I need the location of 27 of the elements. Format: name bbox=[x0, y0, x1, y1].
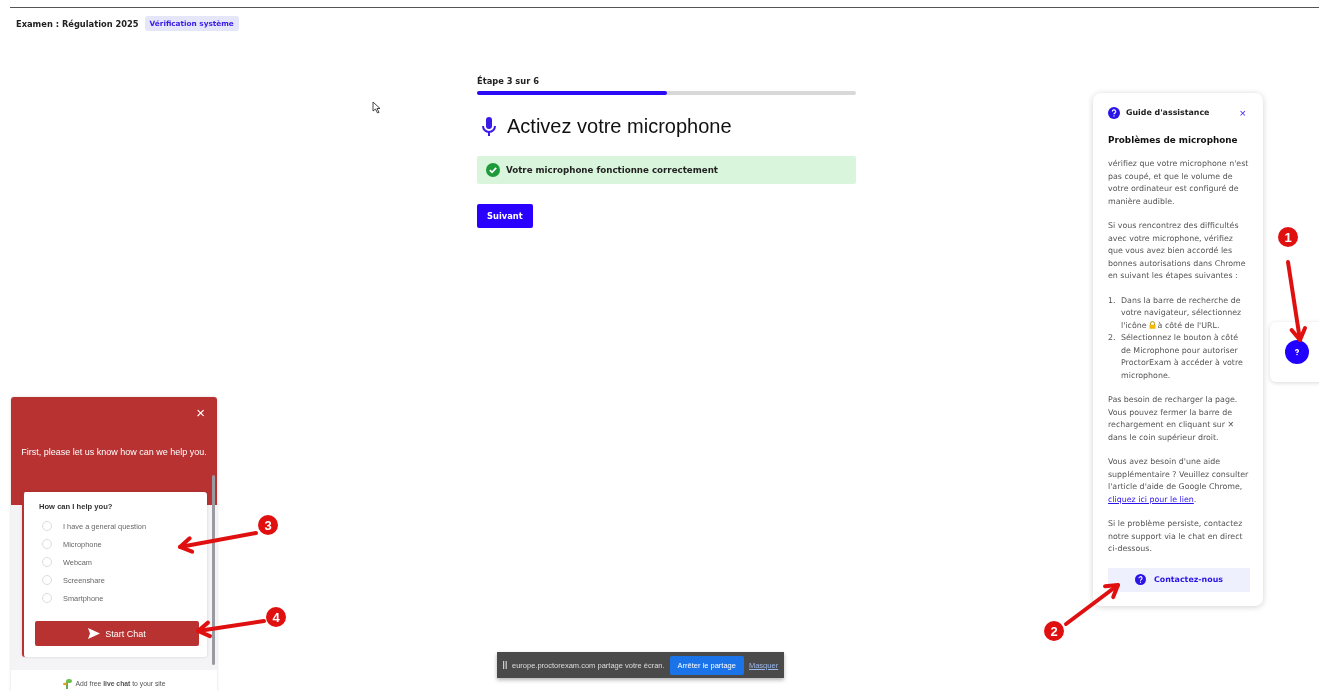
drag-handle-icon bbox=[503, 661, 507, 669]
start-chat-button[interactable]: Start Chat bbox=[35, 621, 199, 646]
chat-intro: First, please let us know how can we help you. bbox=[20, 446, 208, 459]
close-button[interactable]: × bbox=[1235, 107, 1250, 119]
panel-heading: Problèmes de microphone bbox=[1108, 133, 1239, 146]
help-icon bbox=[1108, 107, 1120, 120]
page-heading: Activez votre microphone bbox=[507, 115, 732, 138]
step-label: Étape 3 sur 6 bbox=[477, 76, 540, 86]
number-badge: 1 bbox=[1278, 227, 1298, 247]
help-icon bbox=[1135, 574, 1146, 585]
plant-icon bbox=[62, 678, 72, 689]
arrow bbox=[196, 619, 266, 639]
cursor-icon bbox=[372, 101, 381, 114]
help-icon bbox=[1293, 348, 1301, 356]
number-badge: 2 bbox=[1044, 621, 1064, 641]
close-button[interactable]: × bbox=[196, 405, 205, 420]
lock-icon bbox=[1148, 320, 1156, 329]
send-icon bbox=[88, 628, 101, 639]
number-badge: 3 bbox=[258, 515, 278, 535]
alert-text: Votre microphone fonctionne correctement bbox=[506, 165, 718, 175]
help-button[interactable] bbox=[1285, 340, 1309, 364]
arrow bbox=[1064, 583, 1120, 626]
next-button[interactable]: Suivant bbox=[477, 204, 533, 228]
microphone-icon bbox=[482, 116, 496, 137]
exam-title: Examen : Régulation 2025 bbox=[16, 18, 139, 29]
check-circle-icon bbox=[486, 163, 500, 177]
number-badge: 4 bbox=[266, 607, 286, 627]
